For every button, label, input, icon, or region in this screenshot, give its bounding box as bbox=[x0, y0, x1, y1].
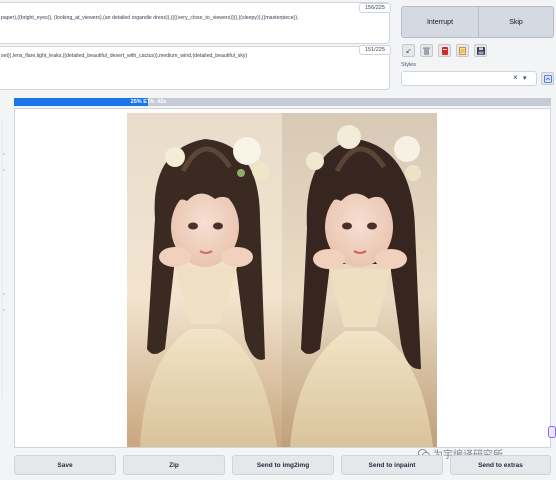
negative-prompt-box[interactable]: set)),lens_flare,light_leaks,((detailed_… bbox=[0, 46, 390, 90]
styles-label: Styles bbox=[401, 62, 416, 68]
save-button[interactable]: Save bbox=[14, 455, 116, 475]
chevron-down-icon[interactable]: ▾ bbox=[523, 74, 527, 82]
gallery-canvas bbox=[127, 113, 437, 447]
styles-select[interactable]: × ▾ bbox=[401, 71, 537, 86]
send-to-inpaint-button[interactable]: Send to inpaint bbox=[341, 455, 443, 475]
positive-prompt-box[interactable]: paper),((bright_eyes)), (looking_at_view… bbox=[0, 2, 390, 44]
progress-text: 25% ETA: 42s bbox=[130, 99, 167, 105]
positive-prompt-text: paper),((bright_eyes)), (looking_at_view… bbox=[1, 15, 299, 21]
generated-image-2[interactable] bbox=[282, 113, 437, 447]
zip-button[interactable]: Zip bbox=[123, 455, 225, 475]
generated-image-1[interactable] bbox=[127, 113, 282, 447]
style-red-icon[interactable] bbox=[438, 44, 451, 57]
send-to-img2img-button[interactable]: Send to img2img bbox=[232, 455, 334, 475]
refresh-icon bbox=[543, 74, 552, 83]
styles-clear-icon[interactable]: × bbox=[513, 73, 518, 82]
clipboard-glyph bbox=[459, 46, 466, 55]
positive-token-counter: 156/225 bbox=[359, 3, 391, 13]
trash-glyph bbox=[423, 47, 430, 55]
left-edge-ticks bbox=[1, 118, 6, 398]
save-icon[interactable] bbox=[474, 44, 487, 57]
progress-bar: 25% ETA: 42s bbox=[14, 98, 551, 106]
clipboard-icon[interactable] bbox=[456, 44, 469, 57]
floppy-glyph bbox=[476, 46, 485, 55]
send-to-extras-button[interactable]: Send to extras bbox=[450, 455, 551, 475]
trash-icon[interactable] bbox=[420, 44, 433, 57]
left-panel-edge bbox=[0, 108, 10, 408]
red-notebook-glyph bbox=[441, 46, 448, 55]
refresh-styles-button[interactable] bbox=[541, 72, 554, 85]
skip-button[interactable]: Skip bbox=[478, 6, 554, 38]
gallery-side-handle[interactable] bbox=[548, 426, 556, 438]
negative-token-counter: 151/225 bbox=[359, 45, 391, 55]
arrow-icon[interactable]: ↙ bbox=[402, 44, 415, 57]
negative-prompt-text: set)),lens_flare,light_leaks,((detailed_… bbox=[1, 53, 248, 59]
output-gallery[interactable] bbox=[14, 108, 551, 448]
interrupt-button[interactable]: Interrupt bbox=[401, 6, 479, 38]
